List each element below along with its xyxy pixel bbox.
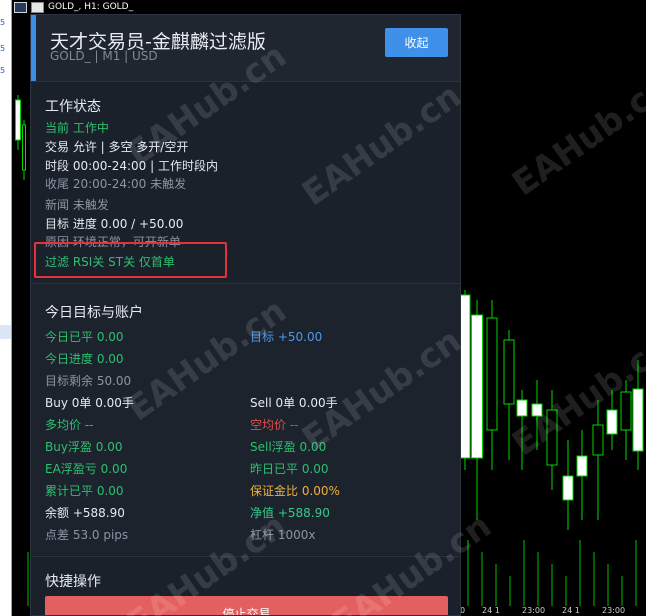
candle xyxy=(576,430,588,520)
candle xyxy=(503,330,515,460)
candle xyxy=(15,95,21,150)
time-axis-label: 24 1 xyxy=(482,606,500,615)
quick-actions-title: 快捷操作 xyxy=(45,574,101,590)
long-average-price: 多均价 -- xyxy=(45,418,94,432)
chart-header: GOLD_, H1: GOLD_ xyxy=(14,0,133,14)
candle xyxy=(459,290,471,470)
candle xyxy=(22,120,26,180)
sell-summary: Sell 0单 0.00手 xyxy=(250,396,338,410)
sell-floating-profit: Sell浮盈 0.00 xyxy=(250,440,327,454)
stop-trading-button[interactable]: 停止交易 xyxy=(45,596,448,615)
status-news: 新闻 未触发 xyxy=(45,198,109,212)
status-trade: 交易 允许 | 多空 多开/空开 xyxy=(45,140,189,154)
margin-ratio: 保证金比 0.00% xyxy=(250,484,340,498)
candle xyxy=(562,440,574,530)
candle xyxy=(592,400,604,520)
today-closed: 今日已平 0.00 xyxy=(45,330,124,344)
quick-actions-section: 快捷操作 停止交易 xyxy=(31,556,460,615)
daily-target: 目标 +50.00 xyxy=(250,330,323,344)
account-title: 今日目标与账户 xyxy=(45,305,143,321)
candle xyxy=(546,390,558,490)
short-average-price: 空均价 -- xyxy=(250,418,299,432)
candle xyxy=(486,300,498,470)
candle xyxy=(531,380,543,450)
target-remaining: 目标剩余 50.00 xyxy=(45,374,132,388)
total-closed: 累计已平 0.00 xyxy=(45,484,124,498)
candle xyxy=(606,390,618,450)
account-section: 今日目标与账户 今日已平 0.00 目标 +50.00 今日进度 0.00 目标… xyxy=(31,283,460,555)
time-axis-label: 24 1 xyxy=(562,606,580,615)
ea-panel: 天才交易员-金麒麟过滤版 GOLD_ | M1 | USD 收起 工作状态 当前… xyxy=(30,14,461,616)
account-balance: 余额 +588.90 xyxy=(45,506,125,520)
collapse-button[interactable]: 收起 xyxy=(385,28,448,57)
status-current: 当前 工作中 xyxy=(45,121,109,135)
status-close-window: 收尾 20:00-24:00 未触发 xyxy=(45,177,187,191)
filter-highlight-box xyxy=(34,242,227,278)
nav-marker: 5 xyxy=(0,18,6,27)
candle xyxy=(632,360,644,470)
candle xyxy=(471,300,483,520)
time-axis-label: 23:00 xyxy=(602,606,626,615)
panel-header: 天才交易员-金麒麟过滤版 GOLD_ | M1 | USD 收起 xyxy=(31,15,460,81)
ea-floating-pnl: EA浮盈亏 0.00 xyxy=(45,462,128,476)
spread: 点差 53.0 pips xyxy=(45,528,129,542)
nav-selection xyxy=(0,325,11,339)
expert-advisor-icon xyxy=(31,1,44,13)
time-axis-label: 23:00 xyxy=(522,606,546,615)
chart-symbol-label: GOLD_, H1: GOLD_ xyxy=(48,2,134,12)
nav-marker: 5 xyxy=(0,44,6,53)
status-session: 时段 00:00-24:00 | 工作时段内 xyxy=(45,159,218,173)
today-progress: 今日进度 0.00 xyxy=(45,352,124,366)
buy-summary: Buy 0单 0.00手 xyxy=(45,396,134,410)
leverage: 杠杆 1000x xyxy=(250,528,316,542)
candle xyxy=(516,390,528,470)
navigator-strip: 5 5 5 xyxy=(0,0,12,616)
chart-window-icon xyxy=(14,1,27,13)
panel-subtitle: GOLD_ | M1 | USD xyxy=(50,49,158,63)
account-equity: 净值 +588.90 xyxy=(250,506,330,520)
status-target: 目标 进度 0.00 / +50.00 xyxy=(45,217,184,231)
nav-marker: 5 xyxy=(0,66,6,75)
status-title: 工作状态 xyxy=(45,99,101,115)
buy-floating-profit: Buy浮盈 0.00 xyxy=(45,440,123,454)
yesterday-closed: 昨日已平 0.00 xyxy=(250,462,329,476)
candle xyxy=(620,380,632,460)
